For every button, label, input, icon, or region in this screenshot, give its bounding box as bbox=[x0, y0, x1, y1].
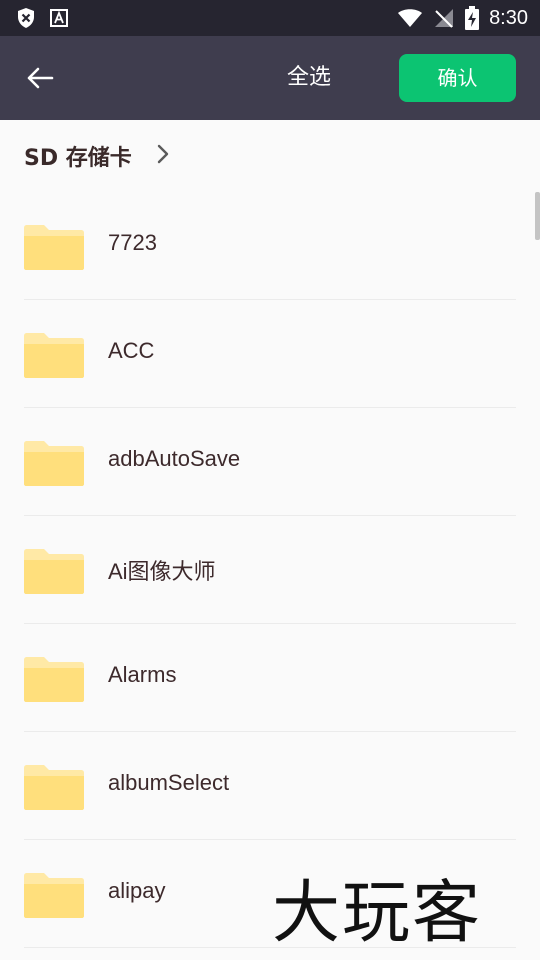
folder-item-4[interactable]: Alarms bbox=[0, 624, 540, 732]
wifi-icon bbox=[397, 8, 423, 28]
status-bar: 8:30 bbox=[0, 0, 540, 36]
folder-item-2[interactable]: adbAutoSave bbox=[0, 408, 540, 516]
folder-name: adbAutoSave bbox=[108, 446, 241, 471]
folder-item-3[interactable]: Ai图像大师 bbox=[0, 516, 540, 624]
folder-icon bbox=[24, 441, 84, 486]
select-all-button[interactable]: 全选 bbox=[270, 62, 348, 94]
breadcrumb-storage-label: SD 存储卡 bbox=[24, 146, 132, 171]
folder-name: albumSelect bbox=[108, 770, 230, 795]
folder-item-5[interactable]: albumSelect bbox=[0, 732, 540, 840]
folder-item-0[interactable]: 7723 bbox=[0, 192, 540, 300]
folder-icon bbox=[24, 765, 84, 810]
folder-name: alipay bbox=[108, 878, 166, 903]
breadcrumb[interactable]: SD 存储卡 bbox=[24, 136, 170, 176]
scrollbar[interactable] bbox=[535, 192, 540, 240]
confirm-button[interactable]: 确认 bbox=[399, 54, 516, 102]
watermark: 大玩客 bbox=[272, 874, 483, 953]
toolbar: 全选 确认 bbox=[0, 36, 540, 120]
back-button[interactable] bbox=[22, 60, 58, 96]
folder-item-1[interactable]: ACC bbox=[0, 300, 540, 408]
folder-icon bbox=[24, 873, 84, 918]
battery-charging-icon bbox=[465, 6, 480, 30]
folder-name: Alarms bbox=[108, 662, 177, 687]
folder-list: 7723 ACC adbAutoSave Ai图像大师 Alarms album… bbox=[0, 192, 540, 948]
folder-name: Ai图像大师 bbox=[108, 559, 216, 584]
shield-x-icon bbox=[16, 7, 36, 29]
folder-icon bbox=[24, 333, 84, 378]
file-picker-screen: 8:30 全选 确认 SD 存储卡 7723 ACC adbAutoSave A… bbox=[0, 0, 540, 960]
folder-icon bbox=[24, 225, 84, 270]
folder-name: 7723 bbox=[108, 230, 157, 255]
chevron-right-icon bbox=[156, 143, 170, 169]
clock: 8:30 bbox=[489, 6, 528, 29]
no-signal-icon bbox=[433, 8, 455, 28]
folder-icon bbox=[24, 549, 84, 594]
folder-name: ACC bbox=[108, 338, 155, 363]
font-a-icon bbox=[50, 9, 68, 27]
back-arrow-icon bbox=[27, 67, 54, 89]
folder-icon bbox=[24, 657, 84, 702]
